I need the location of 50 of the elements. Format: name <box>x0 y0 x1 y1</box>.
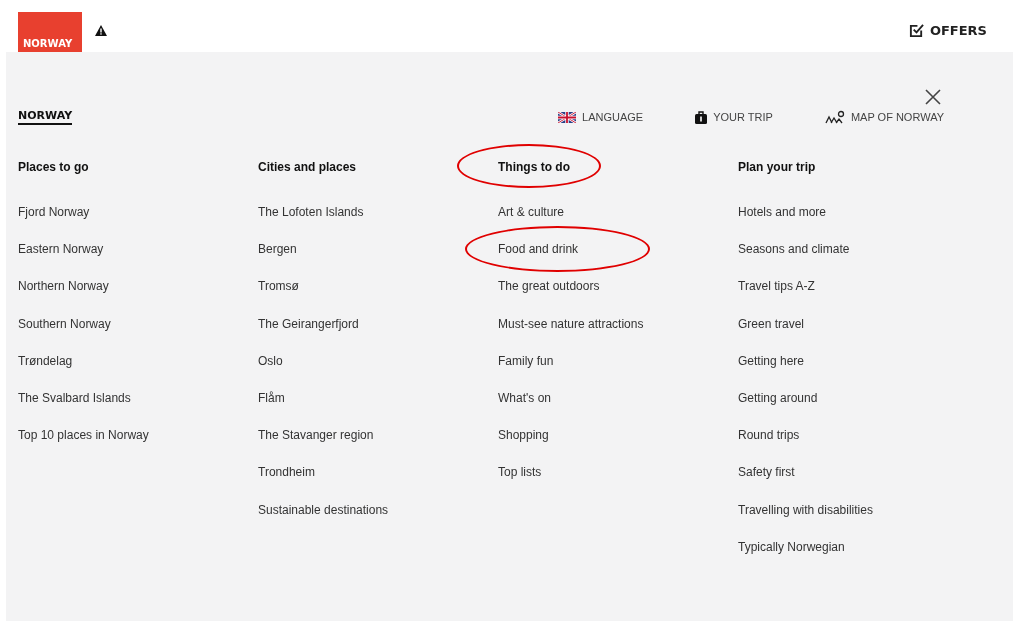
menu-link[interactable]: Eastern Norway <box>18 242 104 257</box>
logo[interactable]: NORWAY <box>18 12 82 52</box>
menu-link[interactable]: Shopping <box>498 428 549 443</box>
menu-link[interactable]: Trøndelag <box>18 353 73 368</box>
menu-link[interactable]: Round trips <box>738 428 800 443</box>
menu-link[interactable]: The great outdoors <box>498 279 600 294</box>
menu-link[interactable]: The Geirangerfjord <box>258 316 359 331</box>
menu-link[interactable]: Flåm <box>258 390 285 405</box>
bag-icon <box>695 110 708 124</box>
flag-icon <box>558 111 577 123</box>
menu-link[interactable]: Tromsø <box>258 279 299 294</box>
menu-link[interactable]: Trondheim <box>258 465 315 480</box>
menu-link[interactable]: Seasons and climate <box>738 242 850 257</box>
menu-link[interactable]: Sustainable destinations <box>258 502 389 517</box>
checkbox-icon <box>908 23 924 38</box>
menu-link[interactable]: Getting around <box>738 390 818 405</box>
menu-link[interactable]: Bergen <box>258 242 297 257</box>
menu-link[interactable]: Typically Norwegian <box>738 539 845 554</box>
menu-link[interactable]: Art & culture <box>498 205 565 219</box>
menu-link[interactable]: What's on <box>498 390 551 405</box>
menu-link[interactable]: Green travel <box>738 316 805 331</box>
offers-link[interactable]: OFFERS <box>908 23 987 38</box>
menu-link[interactable]: Family fun <box>498 353 554 368</box>
menu-link[interactable]: Hotels and more <box>738 205 827 219</box>
menu-link[interactable]: Oslo <box>258 353 283 368</box>
utility-link[interactable]: MAP OF NORWAY <box>824 110 944 124</box>
menu-link[interactable]: Fjord Norway <box>18 205 90 219</box>
column-heading[interactable]: Plan your trip <box>738 160 816 174</box>
utility-link[interactable]: LANGUAGE <box>558 110 644 124</box>
menu-link[interactable]: Top lists <box>498 465 542 480</box>
menu-link[interactable]: The Lofoten Islands <box>258 205 364 219</box>
column-heading[interactable]: Things to do <box>498 160 570 174</box>
menu-link[interactable]: Top 10 places in Norway <box>18 428 149 443</box>
menu-link[interactable]: Safety first <box>738 465 795 480</box>
column-heading[interactable]: Cities and places <box>258 160 357 174</box>
menu-link[interactable]: Northern Norway <box>18 279 109 294</box>
menu-link[interactable]: Getting here <box>738 353 805 368</box>
menu-link[interactable]: Must-see nature attractions <box>498 316 644 331</box>
menu-link[interactable]: Food and drink <box>498 242 579 257</box>
utility-link[interactable]: YOUR TRIP <box>695 110 773 124</box>
menu-link[interactable]: Travelling with disabilities <box>738 502 873 517</box>
menu-link[interactable]: The Svalbard Islands <box>18 390 131 405</box>
close-icon[interactable] <box>925 89 941 105</box>
norway-home-link[interactable]: NORWAY <box>18 109 73 125</box>
menu-link[interactable]: Travel tips A-Z <box>738 279 815 294</box>
map-icon <box>824 110 845 124</box>
column-heading[interactable]: Places to go <box>18 160 89 174</box>
menu-link[interactable]: Southern Norway <box>18 316 111 331</box>
warning-icon <box>95 25 107 36</box>
menu-link[interactable]: The Stavanger region <box>258 428 374 443</box>
